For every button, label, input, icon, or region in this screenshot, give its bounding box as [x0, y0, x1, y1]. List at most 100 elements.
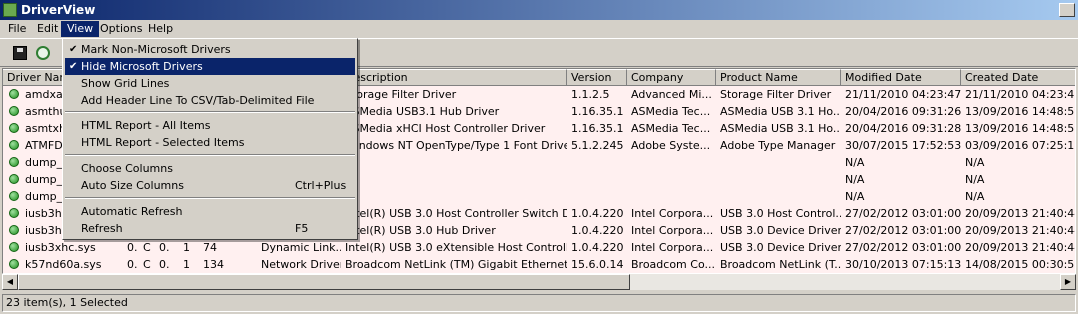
menu-item-label: Automatic Refresh: [81, 205, 183, 218]
cell-company: ASMedia Tec...: [631, 122, 711, 135]
cell-c6: 74: [203, 241, 217, 254]
window-title: DriverView: [21, 3, 96, 17]
cell-version: 1.0.4.220: [571, 224, 624, 237]
cell-modified-date: 27/02/2012 03:01:00: [845, 207, 961, 220]
driver-status-icon: [9, 123, 19, 133]
driver-status-icon: [9, 140, 19, 150]
col-version[interactable]: Version: [567, 69, 627, 86]
cell-product-name: USB 3.0 Device Driver: [720, 224, 841, 237]
menu-add-header-line[interactable]: Add Header Line To CSV/Tab-Delimited Fil…: [65, 92, 355, 109]
col-company[interactable]: Company: [627, 69, 716, 86]
menu-item-label: Auto Size Columns: [81, 179, 184, 192]
table-row[interactable]: k57nd60a.sys 0. C 0. 1 134 Network Driver Broad…: [3, 256, 1076, 273]
col-description[interactable]: Description: [341, 69, 567, 86]
status-bar: 23 item(s), 1 Selected: [0, 292, 1078, 314]
menu-html-report-selected[interactable]: HTML Report - Selected Items: [65, 134, 355, 151]
table-row[interactable]: iusb3xhc.sys 0. C 0. 1 74 Dynamic Link... Intel…: [3, 239, 1076, 256]
cell-description: Broadcom NetLink (TM) Gigabit Ethernet .…: [345, 258, 567, 271]
cell-company: [627, 154, 716, 171]
menu-hide-microsoft-drivers[interactable]: ✔ Hide Microsoft Drivers: [65, 58, 355, 75]
menu-help[interactable]: Help: [142, 21, 179, 37]
cell-company: Adobe Syste...: [631, 139, 711, 152]
cell-modified-date: 27/02/2012 03:01:00: [845, 241, 961, 254]
menu-mark-non-microsoft-drivers[interactable]: ✔ Mark Non-Microsoft Drivers: [65, 41, 355, 58]
cell-product-name: [716, 154, 841, 171]
cell-created-date: 03/09/2016 07:25:12: [965, 139, 1076, 152]
cell-product-name: Storage Filter Driver: [720, 88, 832, 101]
driver-status-icon: [9, 259, 19, 269]
menu-edit[interactable]: Edit: [31, 21, 64, 37]
cell-c3: C: [143, 241, 151, 254]
col-product-name[interactable]: Product Name: [716, 69, 841, 86]
cell-description: ASMedia xHCI Host Controller Driver: [345, 122, 546, 135]
save-button[interactable]: [10, 43, 30, 63]
horizontal-scrollbar[interactable]: ◀ ▶: [2, 274, 1076, 290]
menu-shortcut: Ctrl+Plus: [295, 179, 347, 192]
menu-auto-size-columns[interactable]: Auto Size Columns Ctrl+Plus: [65, 177, 355, 194]
cell-c7: Network Driver: [261, 258, 341, 271]
menu-show-grid-lines[interactable]: Show Grid Lines: [65, 75, 355, 92]
cell-version: 1.0.4.220: [571, 241, 624, 254]
cell-description: [341, 171, 567, 188]
refresh-icon: [36, 46, 50, 60]
check-icon: ✔: [69, 61, 78, 72]
cell-version: [567, 154, 627, 171]
menu-choose-columns[interactable]: Choose Columns: [65, 160, 355, 177]
cell-created-date: 14/08/2015 00:30:52: [965, 258, 1076, 271]
driver-status-icon: [9, 157, 19, 167]
window-button[interactable]: [1059, 3, 1075, 17]
menu-options[interactable]: Options: [94, 21, 148, 37]
check-icon: ✔: [69, 44, 78, 55]
cell-version: [567, 171, 627, 188]
scroll-left-icon[interactable]: ◀: [2, 274, 18, 290]
driver-status-icon: [9, 174, 19, 184]
menu-refresh[interactable]: Refresh F5: [65, 220, 355, 237]
menu-separator: [65, 111, 355, 113]
cell-c4: 0.: [159, 258, 170, 271]
cell-version: 1.16.35.1: [571, 105, 624, 118]
cell-company: ASMedia Tec...: [631, 105, 711, 118]
cell-created-date: N/A: [965, 190, 985, 203]
cell-product-name: [716, 171, 841, 188]
cell-created-date: 20/09/2013 21:40:44: [965, 241, 1076, 254]
col-created-date[interactable]: Created Date: [961, 69, 1075, 86]
menu-html-report-all[interactable]: HTML Report - All Items: [65, 117, 355, 134]
cell-description: Storage Filter Driver: [345, 88, 457, 101]
col-modified-date[interactable]: Modified Date: [841, 69, 961, 86]
cell-c2: 0.: [127, 241, 138, 254]
cell-driver-name: iusb3xhc.sys: [25, 241, 96, 254]
cell-created-date: N/A: [965, 156, 985, 169]
cell-description: ASMedia USB3.1 Hub Driver: [345, 105, 500, 118]
cell-product-name: Adobe Type Manager: [720, 139, 836, 152]
menu-separator: [65, 197, 355, 199]
cell-created-date: 21/11/2010 04:23:47: [965, 88, 1076, 101]
cell-c2: 0.: [127, 258, 138, 271]
scroll-right-icon[interactable]: ▶: [1060, 274, 1076, 290]
save-icon: [13, 46, 27, 60]
cell-c3: C: [143, 258, 151, 271]
cell-c5: 1: [183, 258, 190, 271]
cell-description: Windows NT OpenType/Type 1 Font Driver: [345, 139, 567, 152]
driver-status-icon: [9, 225, 19, 235]
scroll-thumb[interactable]: [18, 274, 630, 290]
cell-company: Intel Corpora...: [631, 241, 714, 254]
driver-status-icon: [9, 208, 19, 218]
menu-bar: File Edit View Options Help: [0, 20, 1078, 38]
cell-description: [341, 154, 567, 171]
cell-version: 15.6.0.14: [571, 258, 624, 271]
menu-file[interactable]: File: [2, 21, 32, 37]
cell-version: 1.1.2.5: [571, 88, 610, 101]
cell-modified-date: 27/02/2012 03:01:00: [845, 224, 961, 237]
view-menu-dropdown: ✔ Mark Non-Microsoft Drivers ✔ Hide Micr…: [62, 38, 358, 240]
status-text: 23 item(s), 1 Selected: [2, 294, 1076, 312]
cell-product-name: ASMedia USB 3.1 Ho...: [720, 105, 841, 118]
cell-c5: 1: [183, 241, 190, 254]
cell-product-name: USB 3.0 Device Driver: [720, 241, 841, 254]
cell-version: 1.0.4.220: [571, 207, 624, 220]
cell-created-date: N/A: [965, 173, 985, 186]
cell-created-date: 13/09/2016 14:48:59: [965, 105, 1076, 118]
menu-item-label: Add Header Line To CSV/Tab-Delimited Fil…: [81, 94, 315, 107]
menu-automatic-refresh[interactable]: Automatic Refresh: [65, 203, 355, 220]
refresh-button[interactable]: [33, 43, 53, 63]
menu-item-label: Hide Microsoft Drivers: [81, 60, 203, 73]
